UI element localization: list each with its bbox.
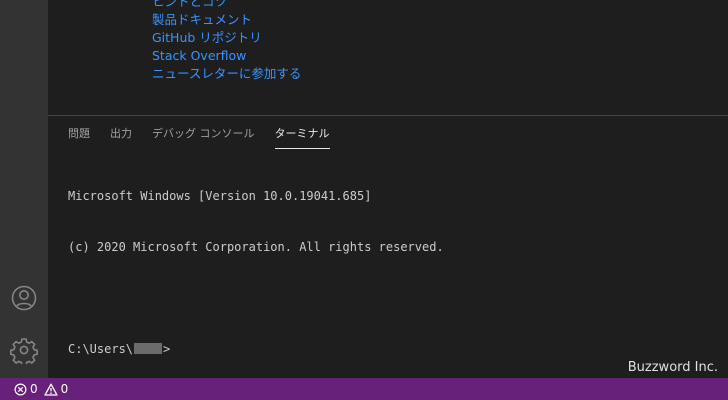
link-tips-and-tricks[interactable]: ヒントとコツ: [152, 0, 301, 11]
link-product-docs[interactable]: 製品ドキュメント: [152, 11, 301, 29]
link-stack-overflow[interactable]: Stack Overflow: [152, 47, 301, 65]
tab-terminal[interactable]: ターミナル: [274, 126, 330, 149]
warning-icon: [43, 383, 58, 396]
warning-count: 0: [60, 382, 69, 396]
bottom-panel: 問題 出力 デバッグ コンソール ターミナル Microsoft Windows…: [48, 115, 728, 379]
account-icon[interactable]: [10, 284, 38, 312]
tab-problems[interactable]: 問題: [68, 126, 90, 149]
terminal-prompt: C:\Users\ >: [68, 341, 718, 358]
welcome-page: ヒントとコツ 製品ドキュメント GitHub リポジトリ Stack Overf…: [48, 0, 728, 115]
error-count: 0: [30, 382, 38, 396]
activity-bar: [0, 0, 48, 378]
error-icon: [14, 383, 27, 395]
tab-debug-console[interactable]: デバッグ コンソール: [152, 126, 255, 149]
terminal-line: Microsoft Windows [Version 10.0.19041.68…: [68, 189, 372, 203]
link-github-repo[interactable]: GitHub リポジトリ: [152, 29, 301, 47]
watermark: Buzzword Inc.: [627, 360, 718, 375]
terminal-output[interactable]: Microsoft Windows [Version 10.0.19041.68…: [68, 154, 718, 392]
redacted-username: [134, 343, 163, 354]
status-bar: 0 0: [0, 378, 728, 400]
gear-icon[interactable]: [10, 336, 38, 364]
terminal-line: (c) 2020 Microsoft Corporation. All righ…: [68, 240, 444, 254]
panel-tabs: 問題 出力 デバッグ コンソール ターミナル: [68, 126, 350, 149]
problems-indicator[interactable]: 0 0: [0, 378, 68, 400]
prompt-prefix: C:\Users\: [68, 342, 134, 356]
help-links: ヒントとコツ 製品ドキュメント GitHub リポジトリ Stack Overf…: [152, 0, 301, 83]
link-newsletter[interactable]: ニュースレターに参加する: [152, 65, 301, 83]
prompt-suffix: >: [163, 342, 171, 356]
tab-output[interactable]: 出力: [110, 126, 132, 149]
